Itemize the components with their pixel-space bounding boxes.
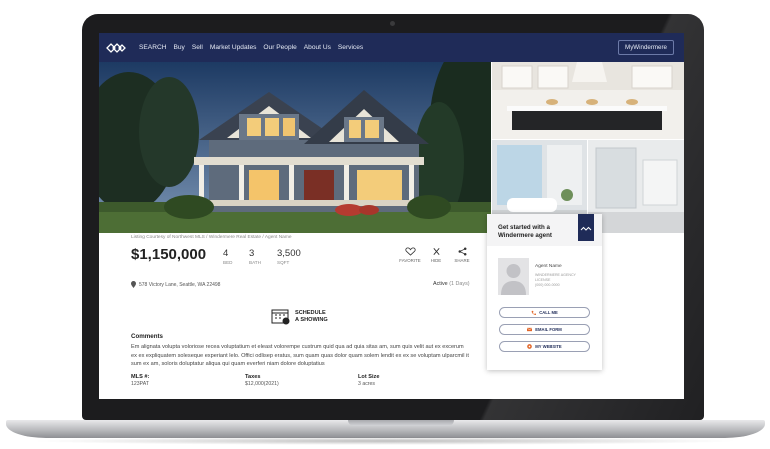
nav-services[interactable]: Services [338, 44, 363, 51]
sqft-value: 3,500 [277, 248, 301, 259]
beds-value: 4 [223, 248, 229, 259]
favorite-button[interactable]: FAVORITE [398, 247, 422, 263]
agent-name: Agent Name [535, 264, 562, 269]
baths-stat: 3 BATH [249, 248, 261, 265]
agent-avatar [498, 258, 529, 295]
nav-search[interactable]: SEARCH [139, 44, 166, 51]
agent-card: Get started with a Windermere agent Agen… [487, 214, 602, 370]
windermere-logo-icon[interactable] [105, 41, 127, 55]
beds-label: BED [223, 260, 233, 265]
laptop-hinge-notch [348, 420, 454, 426]
laptop-base [6, 420, 765, 438]
listing-status: Active (1 Days) [433, 281, 470, 287]
schedule-line2: A SHOWING [295, 316, 328, 323]
webcam [390, 21, 395, 26]
fact-lot-size: Lot Size 3 acres [358, 374, 380, 387]
comments-heading: Comments [131, 333, 163, 340]
nav-market-updates[interactable]: Market Updates [210, 44, 257, 51]
fact-taxes: Taxes $12,000(2021) [245, 374, 279, 387]
agent-license: LICENSE [535, 278, 551, 282]
map-pin-icon [131, 281, 136, 288]
agent-agency: WINDERMERE AGENCY [535, 273, 576, 277]
globe-icon [527, 344, 533, 349]
email-icon [527, 327, 533, 332]
nav-our-people[interactable]: Our People [263, 44, 296, 51]
call-me-button[interactable]: CALL ME [499, 307, 590, 318]
schedule-showing-button[interactable]: SCHEDULE A SHOWING [271, 308, 328, 325]
beds-stat: 4 BED [223, 248, 232, 265]
bathroom-shower-photo[interactable] [588, 140, 684, 233]
my-windermere-button[interactable]: MyWindermere [618, 40, 674, 55]
top-navigation: SEARCH Buy Sell Market Updates Our Peopl… [99, 33, 684, 62]
windermere-flag-icon [578, 214, 594, 241]
nav-about-us[interactable]: About Us [304, 44, 331, 51]
sqft-stat: 3,500 SQFT [277, 248, 301, 265]
close-icon [432, 248, 440, 255]
calendar-icon [271, 309, 290, 325]
agent-card-title: Get started with a Windermere agent [498, 224, 552, 239]
fact-mls: MLS #: 123PAT [131, 374, 150, 387]
sqft-label: SQFT [277, 260, 290, 265]
share-button[interactable]: SHARE [450, 247, 474, 263]
status-days: (1 Days) [449, 281, 470, 287]
my-website-button[interactable]: MY WEBSITE [499, 341, 590, 352]
email-form-button[interactable]: EMAIL FORM [499, 324, 590, 335]
hero-house-photo[interactable]: ‹ › [99, 62, 491, 233]
laptop-mockup: SEARCH Buy Sell Market Updates Our Peopl… [0, 0, 770, 449]
hide-button[interactable]: HIDE [424, 247, 448, 263]
nav-sell[interactable]: Sell [192, 44, 203, 51]
share-icon [458, 247, 466, 256]
baths-value: 3 [249, 248, 255, 259]
agent-phone: (000) 000-0000 [535, 283, 560, 287]
baths-label: BATH [249, 260, 261, 265]
schedule-line1: SCHEDULE [295, 309, 326, 316]
address-text: 578 Victory Lane, Seattle, WA 22498 [139, 281, 221, 288]
laptop-screen: SEARCH Buy Sell Market Updates Our Peopl… [99, 33, 684, 399]
nav-buy[interactable]: Buy [173, 44, 184, 51]
listing-courtesy: Listing Courtesy of Northwest MLS / Wind… [131, 235, 292, 240]
status-label: Active [433, 281, 448, 287]
kitchen-photo[interactable] [492, 62, 684, 139]
phone-icon [531, 310, 537, 315]
listing-price: $1,150,000 [131, 246, 207, 263]
heart-icon [404, 247, 416, 256]
listing-address: 578 Victory Lane, Seattle, WA 22498 [131, 281, 220, 288]
comments-text: Em alignata volupta voloriose recea volu… [131, 344, 469, 368]
